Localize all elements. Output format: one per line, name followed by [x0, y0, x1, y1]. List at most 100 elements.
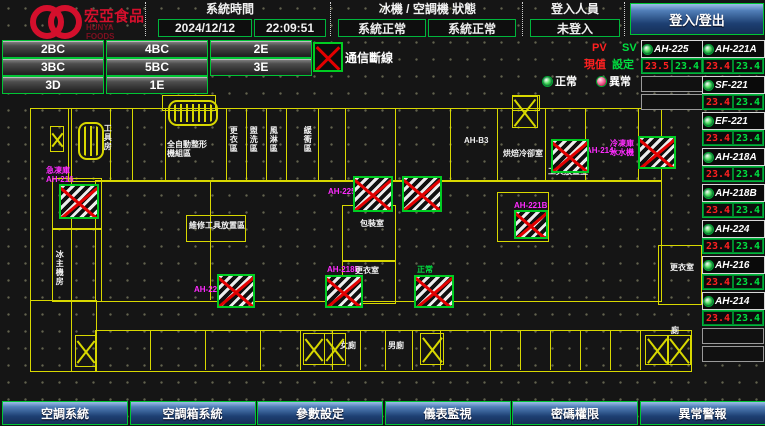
unit-name: SF-221 [715, 80, 748, 91]
map-wall [226, 108, 227, 180]
map-label: 冰主機房 [55, 250, 64, 286]
map-wall [490, 330, 491, 370]
map-label: AH-225 [328, 187, 356, 196]
unit-lamp-icon [704, 81, 713, 90]
map-wall [210, 180, 211, 300]
stair-icon [667, 335, 691, 365]
unit-name: AH-218A [715, 152, 757, 163]
sv-value: 23.4 [733, 59, 763, 73]
stair-icon [512, 96, 538, 128]
hmi-screen: { "accent": {"yellow":"#d8d800","magenta… [0, 0, 765, 426]
unit-lamp-icon [704, 261, 713, 270]
unit-AH-224-values: 23.423.4 [702, 238, 764, 254]
unit-name: AH-216 [715, 260, 749, 271]
equipment-offline-AH-221B[interactable] [514, 210, 548, 239]
map-label: 急凍庫 AH-216 [46, 166, 74, 184]
map-wall [345, 108, 346, 180]
unit-lamp-icon [704, 117, 713, 126]
unit-AH-225-values: 23.5 23.4 [641, 58, 703, 74]
map-wall [385, 330, 386, 370]
sv-value: 23.4 [733, 275, 763, 289]
equipment-offline-chiller[interactable] [638, 136, 676, 169]
pv-value: 23.4 [703, 203, 733, 217]
unit-name: AH-218B [715, 188, 757, 199]
map-wall [205, 330, 206, 370]
map-wall [260, 330, 261, 370]
equipment-offline-AH-214[interactable] [551, 139, 589, 173]
unit-AH-218A: AH-218A [702, 148, 765, 166]
sv-value: 23.4 [733, 131, 763, 145]
sv-value: 23.4 [733, 311, 763, 325]
unit-name: AH-214 [715, 296, 749, 307]
map-label: 更衣室 [670, 263, 694, 272]
pv-value: 23.4 [703, 131, 733, 145]
equipment-offline-AH-224[interactable] [217, 274, 255, 308]
map-label: 男廁 [388, 341, 404, 350]
map-wall [395, 108, 396, 180]
stair-icon [645, 335, 669, 365]
empty-slot [702, 346, 764, 362]
equipment-offline-AH-225[interactable] [353, 176, 393, 212]
map-wall [550, 330, 551, 370]
unit-lamp-icon [704, 297, 713, 306]
equipment-offline-AH-218B[interactable] [325, 275, 363, 308]
equipment-offline-AH-216[interactable] [59, 184, 99, 219]
unit-AH-216: AH-216 [702, 256, 765, 274]
map-wall [545, 108, 546, 180]
empty-slot [641, 94, 703, 110]
map-wall [318, 108, 319, 180]
unit-AH-214-values: 23.423.4 [702, 310, 764, 326]
map-room [658, 245, 702, 305]
unit-AH-218B: AH-218B [702, 184, 765, 202]
unit-lamp-icon [643, 45, 652, 54]
sv-value: 23.4 [733, 203, 763, 217]
unit-name: AH-225 [654, 44, 688, 55]
map-room [342, 205, 396, 262]
map-wall [150, 330, 151, 370]
sv-value: 23.4 [733, 239, 763, 253]
menu-button-4[interactable]: 儀表監視 [385, 401, 511, 425]
map-wall [610, 330, 611, 370]
unit-AH-224: AH-224 [702, 220, 765, 238]
pv-value: 23.4 [703, 311, 733, 325]
map-label: 全自動整形 機組區 [167, 140, 207, 158]
menu-button-2[interactable]: 空調箱系統 [130, 401, 256, 425]
map-wall [497, 108, 498, 180]
menu-button-1[interactable]: 空調系統 [2, 401, 128, 425]
map-wall [300, 330, 301, 370]
unit-lamp-icon [704, 153, 713, 162]
map-wall [132, 108, 133, 180]
map-wall [246, 108, 247, 180]
sv-value: 23.4 [733, 167, 763, 181]
menu-button-6[interactable]: 異常警報 [640, 401, 765, 425]
unit-EF-221: EF-221 [702, 112, 765, 130]
pv-value: 23.4 [703, 275, 733, 289]
menu-button-3[interactable]: 參數設定 [257, 401, 383, 425]
stair-icon [420, 333, 444, 365]
map-wall [266, 108, 267, 180]
unit-AH-218B-values: 23.423.4 [702, 202, 764, 218]
menu-button-5[interactable]: 密碼權限 [512, 401, 638, 425]
map-wall [580, 330, 581, 370]
unit-name: EF-221 [715, 116, 748, 127]
map-label: 工具房 [103, 124, 112, 151]
map-label: 正常 [417, 265, 433, 274]
map-label: 烘焙冷卻室 [503, 149, 543, 158]
unit-lamp-icon [704, 189, 713, 198]
equipment-offline-unit[interactable] [414, 275, 454, 308]
unit-SF-221: SF-221 [702, 76, 765, 94]
equipment-offline-SF-221[interactable] [402, 176, 442, 212]
unit-AH-221A-values: 23.423.4 [702, 58, 764, 74]
elevator-icon [168, 100, 218, 126]
elevator-icon [78, 122, 104, 160]
map-wall [286, 108, 287, 180]
map-label: AH-B3 [464, 136, 488, 145]
map-label: 盥洗區 [249, 126, 258, 153]
pv-value: 23.4 [703, 167, 733, 181]
map-label: 冷凍庫 冰水機 [610, 139, 634, 157]
pv-value: 23.4 [703, 239, 733, 253]
map-label: 包裝室 [360, 219, 384, 228]
stair-icon [75, 335, 97, 367]
map-label: AH-221B [514, 201, 547, 210]
unit-AH-214: AH-214 [702, 292, 765, 310]
